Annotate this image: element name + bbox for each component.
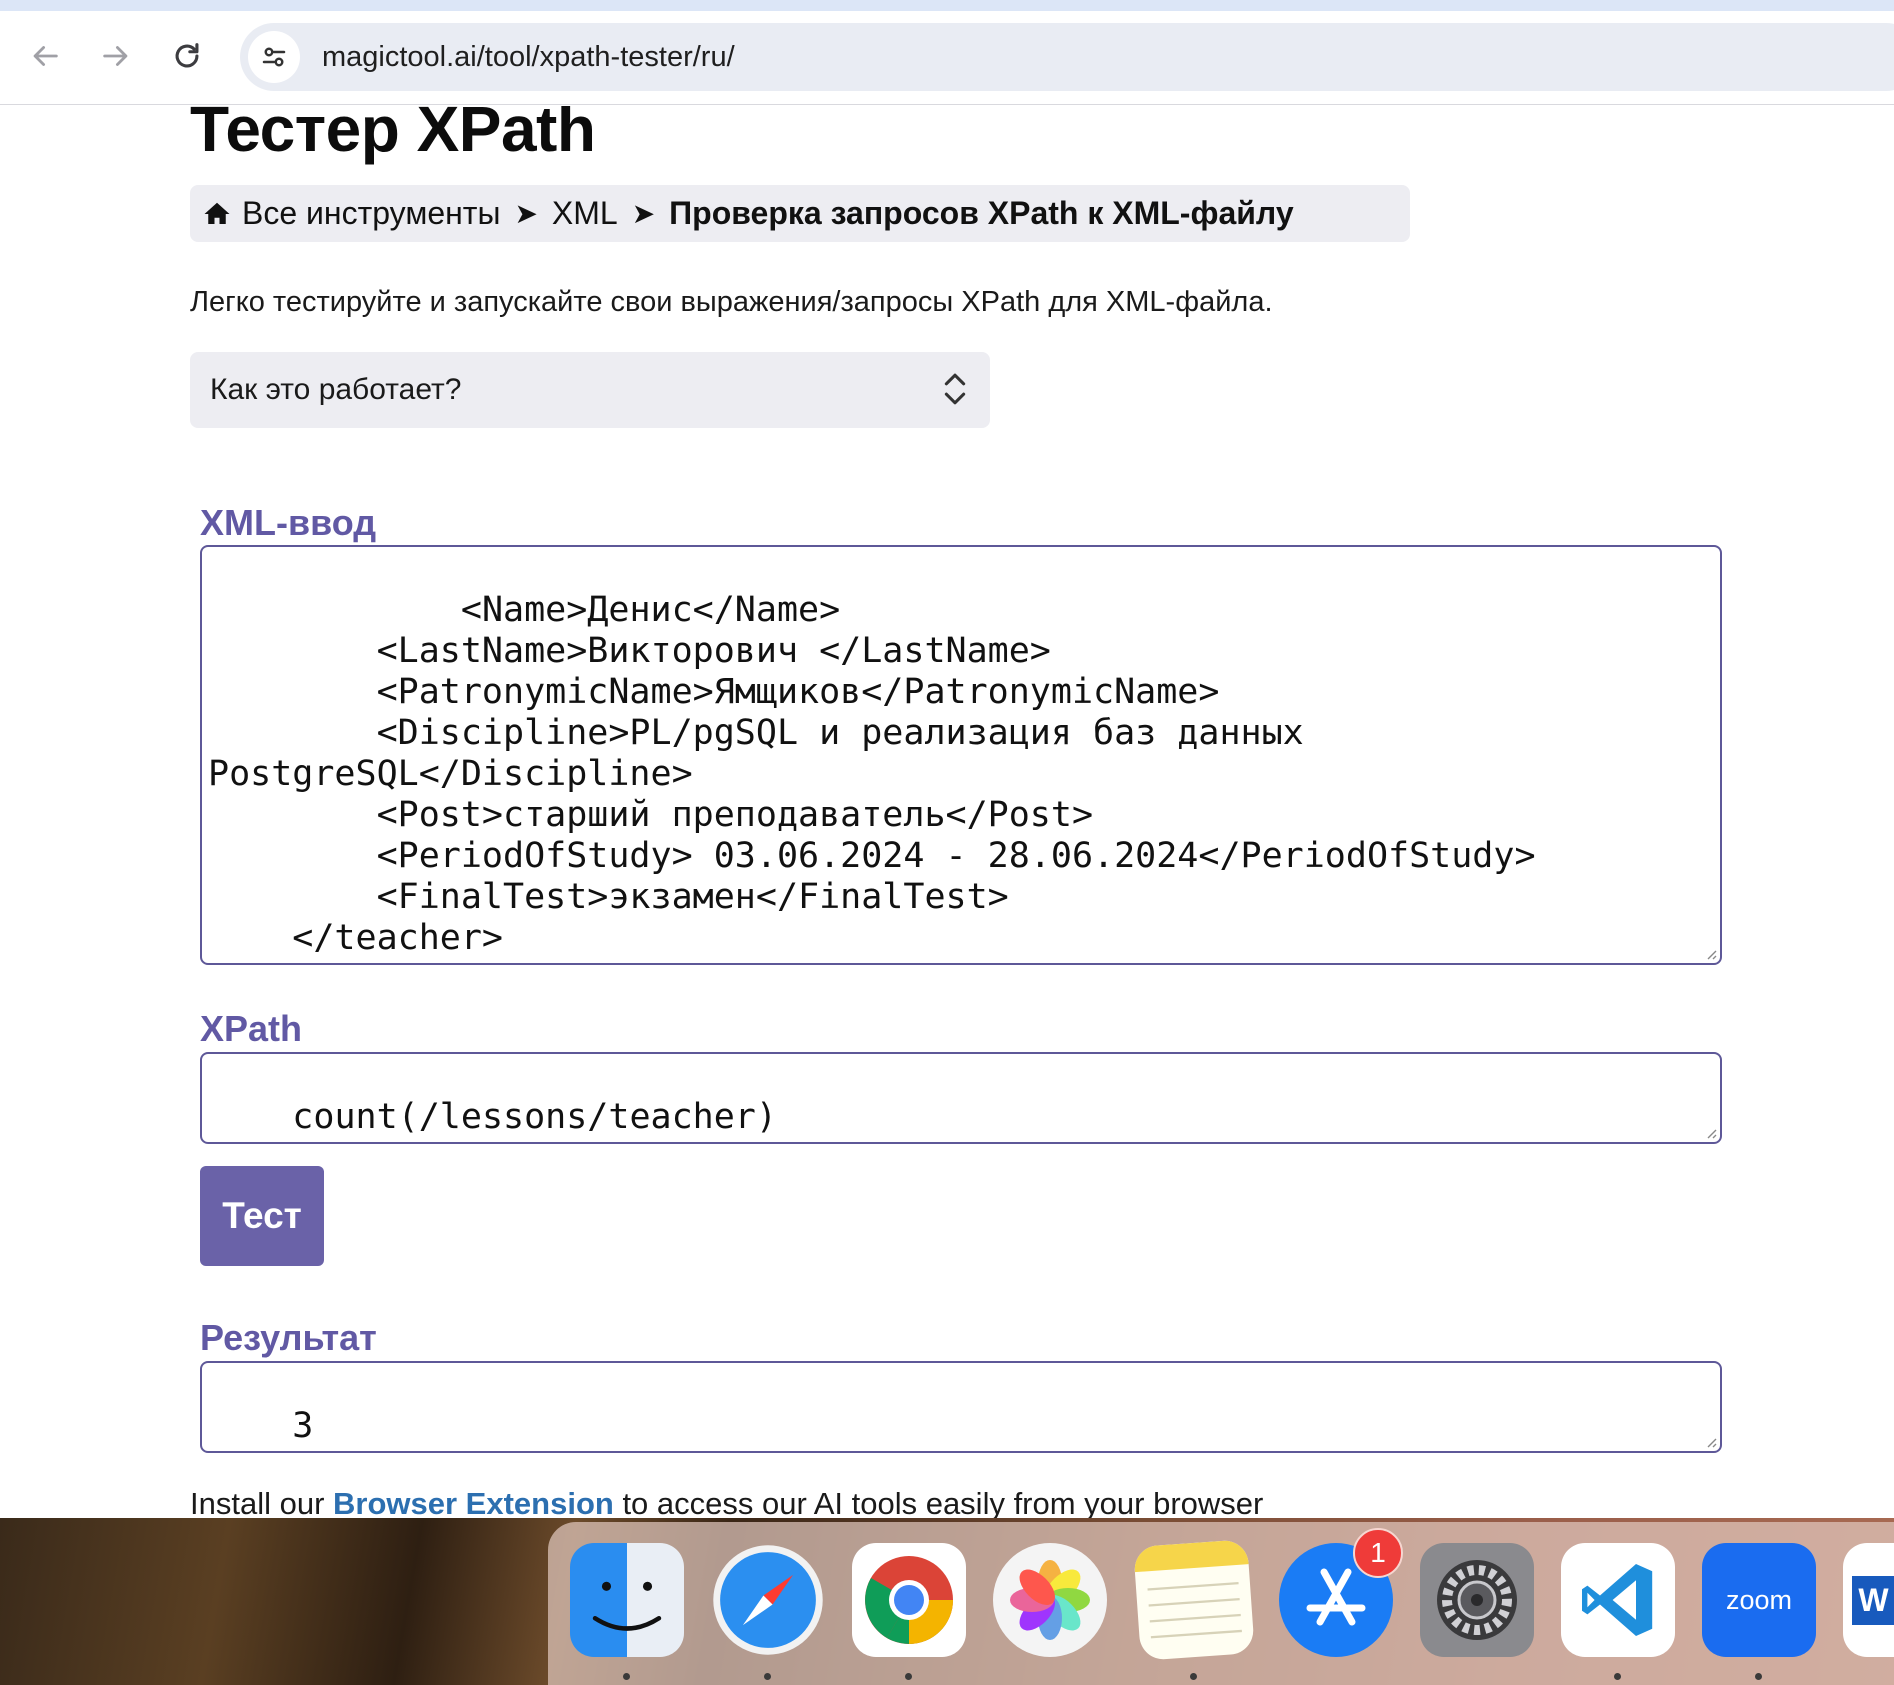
xml-input-value: <Name>Денис</Name> <LastName>Викторович … <box>208 590 1536 963</box>
breadcrumb-current: Проверка запросов XPath к XML-файлу <box>669 195 1294 231</box>
install-prefix: Install our <box>190 1486 334 1518</box>
reload-button[interactable] <box>164 33 210 79</box>
reload-icon <box>175 43 199 68</box>
finder-icon[interactable] <box>570 1543 684 1657</box>
dock-running-dot <box>1614 1673 1621 1680</box>
chevron-up-down-icon <box>944 373 966 405</box>
browser-extension-link[interactable]: Browser Extension <box>333 1486 614 1518</box>
resize-handle-icon[interactable] <box>1702 945 1718 961</box>
chrome-icon[interactable] <box>852 1543 966 1657</box>
resize-handle-icon[interactable] <box>1702 1124 1718 1140</box>
tune-icon <box>262 47 286 67</box>
photos-icon[interactable] <box>993 1543 1107 1657</box>
vscode-icon[interactable] <box>1561 1543 1675 1657</box>
xpath-value: count(/lessons/teacher) <box>292 1097 777 1137</box>
xpath-label: XPath <box>200 1008 303 1049</box>
dock-running-dot <box>905 1673 912 1680</box>
word-letter: W <box>1852 1575 1894 1625</box>
xml-input-textarea[interactable]: <Name>Денис</Name> <LastName>Викторович … <box>200 545 1722 965</box>
word-icon[interactable]: W <box>1843 1543 1894 1657</box>
result-value: 3 <box>292 1406 314 1446</box>
test-button[interactable]: Тест <box>200 1166 324 1266</box>
safari-icon[interactable] <box>711 1543 825 1657</box>
browser-toolbar: magictool.ai/tool/xpath-tester/ru/ <box>0 11 1894 105</box>
page-title: Тестер XPath <box>190 106 596 165</box>
breadcrumb-all-tools[interactable]: Все инструменты <box>242 195 500 232</box>
result-textarea[interactable]: 3 <box>200 1361 1722 1453</box>
url-text[interactable]: magictool.ai/tool/xpath-tester/ru/ <box>322 41 735 74</box>
back-button[interactable] <box>22 33 68 79</box>
dock-running-dot <box>1190 1673 1197 1680</box>
home-icon[interactable] <box>202 199 232 229</box>
page-content: Тестер XPath Все инструменты ➤ XML ➤ Про… <box>0 106 1894 1518</box>
install-extension-line: Install our Browser Extension to access … <box>190 1486 1263 1518</box>
zoom-icon[interactable]: zoom <box>1702 1543 1816 1657</box>
address-bar[interactable]: magictool.ai/tool/xpath-tester/ru/ <box>240 23 1894 91</box>
xml-input-label: XML-ввод <box>200 502 377 543</box>
forward-button[interactable] <box>93 33 139 79</box>
breadcrumb-xml[interactable]: XML <box>552 195 618 232</box>
site-info-button[interactable] <box>248 31 300 83</box>
resize-handle-icon[interactable] <box>1702 1433 1718 1449</box>
dock-running-dot <box>1755 1673 1762 1680</box>
breadcrumb: Все инструменты ➤ XML ➤ Проверка запросо… <box>190 185 1410 242</box>
xpath-textarea[interactable]: count(/lessons/teacher) <box>200 1052 1722 1144</box>
arrow-right-icon <box>103 46 128 66</box>
window-top-strip <box>0 0 1894 11</box>
dock-running-dot <box>764 1673 771 1680</box>
arrow-left-icon <box>33 46 58 66</box>
breadcrumb-separator: ➤ <box>514 198 538 229</box>
zoom-label: zoom <box>1725 1584 1793 1615</box>
result-label: Результат <box>200 1317 377 1358</box>
system-settings-icon[interactable] <box>1420 1543 1534 1657</box>
how-it-works-dropdown[interactable]: Как это работает? <box>190 352 990 428</box>
install-suffix: to access our AI tools easily from your … <box>613 1486 1264 1518</box>
app-store-badge: 1 <box>1353 1528 1403 1578</box>
page-description: Легко тестируйте и запускайте свои выраж… <box>190 286 1273 318</box>
dock-running-dot <box>623 1673 630 1680</box>
breadcrumb-separator: ➤ <box>631 198 656 229</box>
notes-icon[interactable] <box>1133 1539 1255 1661</box>
how-it-works-label: Как это работает? <box>210 373 462 406</box>
